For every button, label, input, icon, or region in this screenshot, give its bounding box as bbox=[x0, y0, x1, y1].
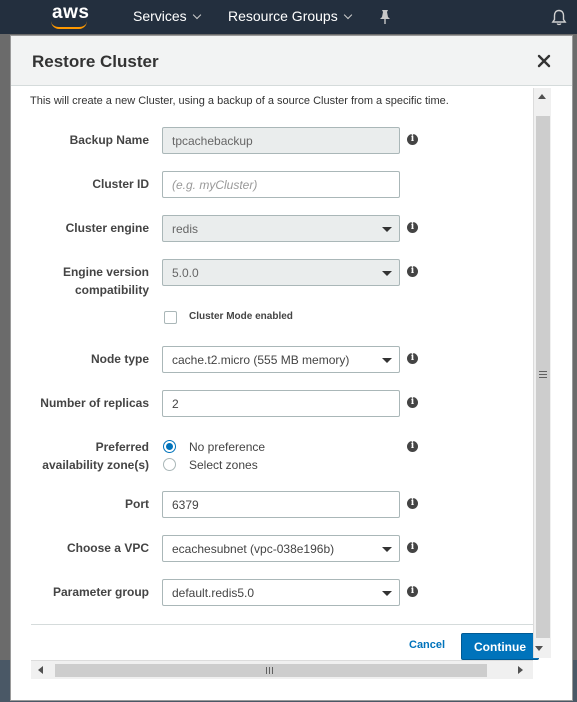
info-icon[interactable]: i bbox=[407, 353, 418, 364]
info-icon[interactable]: i bbox=[407, 134, 418, 145]
bell-icon[interactable] bbox=[551, 9, 567, 26]
aws-logo-smile bbox=[51, 21, 87, 29]
backup-name-field: tpcachebackup bbox=[162, 127, 400, 154]
info-icon[interactable]: i bbox=[407, 586, 418, 597]
scroll-left-icon[interactable] bbox=[38, 666, 43, 674]
restore-cluster-dialog: Restore Cluster This will create a new C… bbox=[10, 35, 573, 701]
caret-down-icon bbox=[382, 271, 392, 276]
vpc-value: ecachesubnet (vpc-038e196b) bbox=[172, 542, 335, 556]
cluster-engine-label: Cluster engine bbox=[65, 221, 149, 235]
continue-button[interactable]: Continue bbox=[461, 633, 539, 660]
close-icon[interactable] bbox=[535, 52, 553, 70]
port-label: Port bbox=[125, 497, 149, 511]
caret-down-icon bbox=[382, 227, 392, 232]
engine-version-value: 5.0.0 bbox=[172, 266, 199, 280]
scroll-right-icon[interactable] bbox=[518, 666, 523, 674]
node-type-label: Node type bbox=[90, 352, 149, 366]
az-label-line1: Preferred bbox=[95, 440, 149, 454]
grip-icon bbox=[539, 371, 547, 372]
info-icon[interactable]: i bbox=[407, 266, 418, 277]
caret-down-icon bbox=[382, 547, 392, 552]
info-icon[interactable]: i bbox=[407, 441, 418, 452]
info-icon[interactable]: i bbox=[407, 397, 418, 408]
info-icon[interactable]: i bbox=[407, 498, 418, 509]
caret-down-icon bbox=[382, 591, 392, 596]
select-zones-radio[interactable] bbox=[163, 458, 176, 471]
port-input[interactable]: 6379 bbox=[162, 491, 400, 518]
vertical-scrollbar[interactable] bbox=[533, 88, 551, 658]
cancel-button[interactable]: Cancel bbox=[409, 639, 445, 651]
cluster-engine-select[interactable]: redis bbox=[162, 215, 400, 242]
engine-version-label-line1: Engine version bbox=[62, 265, 149, 279]
pin-icon[interactable] bbox=[378, 9, 392, 25]
chevron-down-icon bbox=[343, 10, 352, 20]
dialog-content: This will create a new Cluster, using a … bbox=[11, 87, 539, 664]
no-preference-radio[interactable] bbox=[163, 440, 176, 453]
vpc-select[interactable]: ecachesubnet (vpc-038e196b) bbox=[162, 535, 400, 562]
node-type-value: cache.t2.micro (555 MB memory) bbox=[172, 353, 350, 367]
cluster-id-input[interactable]: (e.g. myCluster) bbox=[162, 171, 400, 198]
dialog-header: Restore Cluster bbox=[11, 36, 572, 86]
backup-name-label: Backup Name bbox=[69, 133, 149, 147]
cluster-id-label: Cluster ID bbox=[92, 177, 149, 191]
chevron-down-icon bbox=[192, 10, 201, 20]
nav-resource-groups-label: Resource Groups bbox=[228, 8, 338, 24]
vertical-scroll-thumb[interactable] bbox=[536, 116, 550, 638]
footer-divider bbox=[31, 624, 537, 625]
cluster-engine-value: redis bbox=[172, 222, 199, 236]
horizontal-scroll-thumb[interactable] bbox=[55, 664, 487, 677]
top-navigation-bar: aws Services Resource Groups bbox=[0, 0, 577, 34]
nav-services[interactable]: Services bbox=[133, 8, 201, 24]
grip-icon bbox=[266, 667, 267, 674]
cluster-mode-checkbox[interactable] bbox=[164, 311, 177, 324]
info-icon[interactable]: i bbox=[407, 542, 418, 553]
parameter-group-label: Parameter group bbox=[52, 585, 149, 599]
select-zones-label: Select zones bbox=[189, 458, 258, 472]
engine-version-select[interactable]: 5.0.0 bbox=[162, 259, 400, 286]
parameter-group-select[interactable]: default.redis5.0 bbox=[162, 579, 400, 606]
caret-down-icon bbox=[382, 358, 392, 363]
scroll-up-icon[interactable] bbox=[538, 94, 546, 99]
nav-resource-groups[interactable]: Resource Groups bbox=[228, 8, 352, 24]
vpc-label: Choose a VPC bbox=[66, 541, 149, 555]
scroll-down-icon[interactable] bbox=[535, 646, 543, 651]
engine-version-label-line2: compatibility bbox=[74, 283, 149, 297]
replicas-input[interactable]: 2 bbox=[162, 390, 400, 417]
az-label-line2: availability zone(s) bbox=[42, 458, 149, 472]
parameter-group-value: default.redis5.0 bbox=[172, 586, 255, 600]
no-preference-label: No preference bbox=[189, 440, 266, 454]
dialog-title: Restore Cluster bbox=[32, 52, 159, 71]
info-icon[interactable]: i bbox=[407, 222, 418, 233]
nav-services-label: Services bbox=[133, 8, 187, 24]
intro-text: This will create a new Cluster, using a … bbox=[30, 95, 449, 107]
node-type-select[interactable]: cache.t2.micro (555 MB memory) bbox=[162, 346, 400, 373]
cluster-mode-label: Cluster Mode enabled bbox=[189, 311, 293, 322]
replicas-label: Number of replicas bbox=[40, 396, 149, 410]
horizontal-scrollbar[interactable] bbox=[31, 660, 533, 679]
